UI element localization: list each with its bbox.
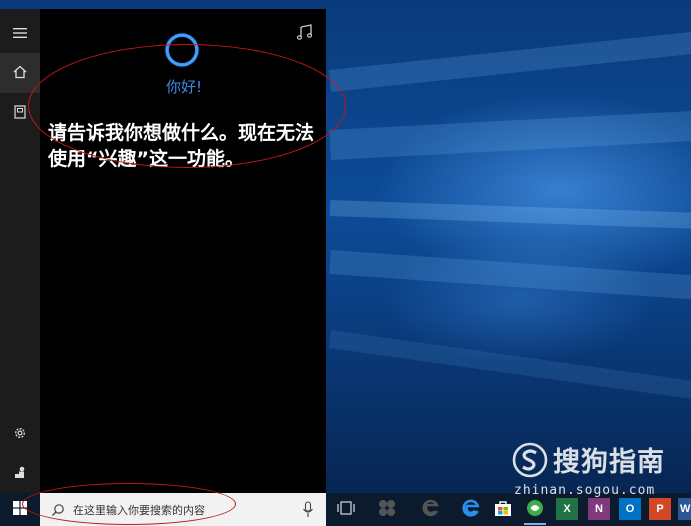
music-notes-button[interactable]	[291, 23, 319, 45]
cortana-panel: 你好! 请告诉我你想做什么。现在无法使用“兴趣”这一功能。	[0, 9, 326, 493]
watermark-brand: 搜狗指南	[553, 447, 665, 478]
watermark-url: zhinan.sogou.com	[514, 483, 656, 498]
edge-button[interactable]	[460, 498, 482, 520]
settings-button[interactable]	[0, 414, 40, 454]
task-view-button[interactable]	[335, 498, 357, 520]
cortana-sidebar	[0, 9, 40, 493]
home-icon	[13, 64, 27, 83]
onenote-icon: N	[595, 503, 603, 515]
powerpoint-icon: P	[656, 503, 664, 515]
cortana-logo-icon	[163, 31, 201, 69]
sogou-watermark: 搜狗指南 zhinan.sogou.com	[512, 438, 687, 502]
hamburger-menu-button[interactable]	[0, 13, 40, 53]
cortana-message: 请告诉我你想做什么。现在无法使用“兴趣”这一功能。	[48, 122, 315, 170]
cortana-greeting: 你好!	[165, 78, 202, 96]
outlook-icon: O	[625, 503, 635, 515]
sogou-logo-icon	[512, 442, 548, 478]
legacy-browser-button[interactable]	[420, 498, 442, 520]
windows-logo-icon	[13, 500, 27, 519]
notebook-button[interactable]	[0, 93, 40, 133]
word-icon: W	[680, 503, 691, 515]
music-notes-icon	[296, 23, 314, 45]
home-button[interactable]	[0, 53, 40, 93]
excel-icon: X	[563, 503, 571, 515]
search-input[interactable]: 在这里输入你要搜索的内容	[73, 502, 205, 518]
feedback-icon	[13, 464, 27, 483]
task-view-icon	[337, 500, 355, 518]
hamburger-menu-icon	[13, 24, 27, 43]
feedback-button[interactable]	[0, 453, 40, 493]
store-button[interactable]	[492, 498, 514, 520]
people-icon	[377, 498, 397, 521]
taskbar-search-box[interactable]: 在这里输入你要搜索的内容	[40, 493, 326, 526]
microphone-icon[interactable]	[302, 501, 314, 519]
edge-icon	[462, 499, 480, 520]
start-button[interactable]	[0, 493, 40, 526]
store-icon	[494, 499, 512, 520]
people-app-button[interactable]	[376, 498, 398, 520]
edge-legacy-icon	[422, 499, 440, 520]
gear-icon	[13, 425, 27, 444]
notebook-icon	[13, 104, 27, 123]
search-icon	[51, 502, 65, 516]
